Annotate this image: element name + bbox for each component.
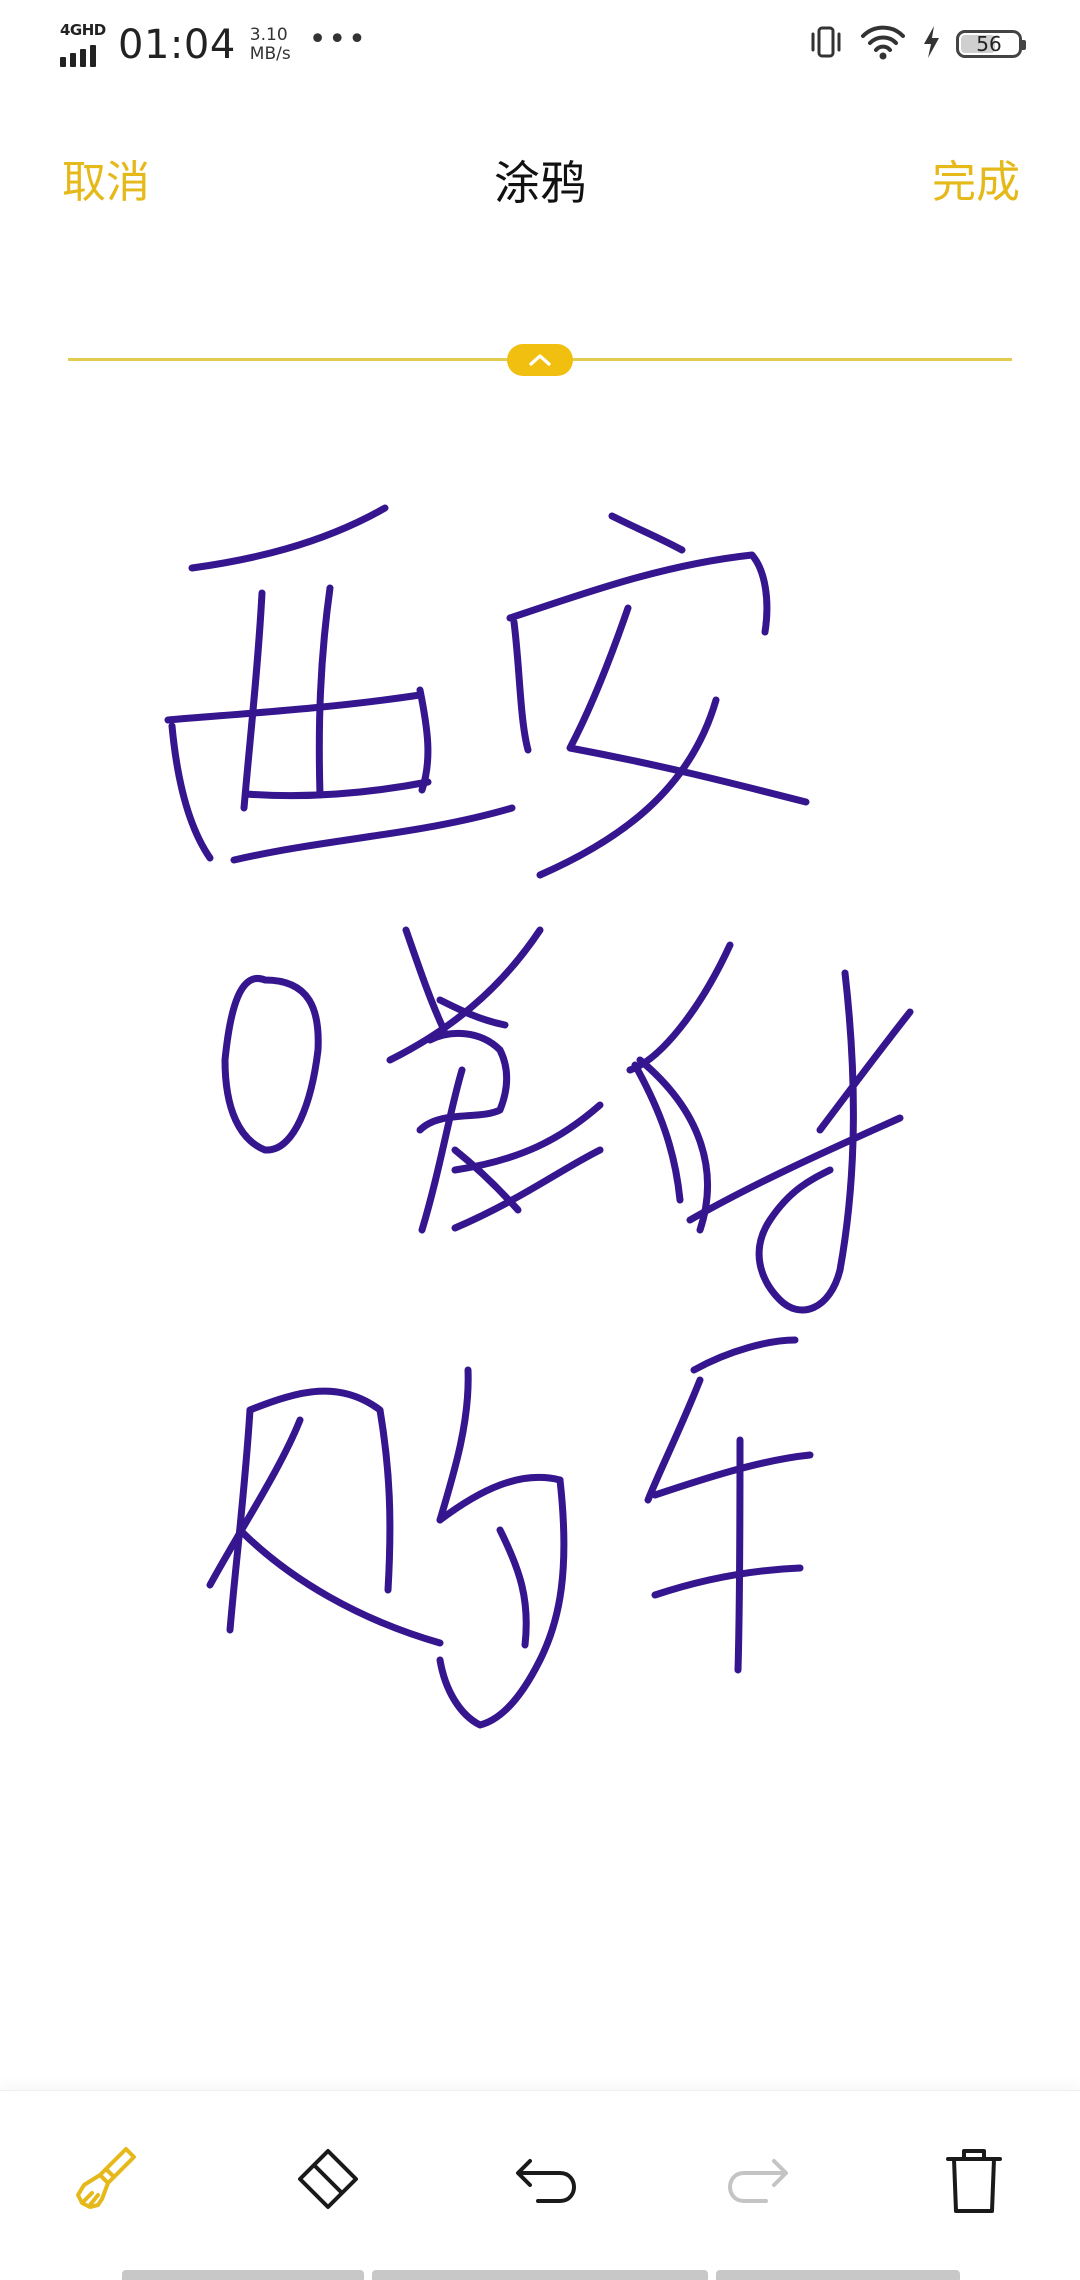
- brush-icon: [76, 2147, 136, 2209]
- trash-icon: [946, 2149, 1002, 2213]
- handwriting-strokes: [164, 504, 914, 1729]
- charging-icon: [920, 22, 942, 66]
- nav-hint-left: [122, 2270, 364, 2280]
- network-speed-unit: MB/s: [249, 44, 291, 64]
- eraser-icon: [298, 2149, 358, 2209]
- vibrate-icon: [806, 22, 846, 66]
- network-speed-value: 3.10: [249, 25, 288, 45]
- undo-icon: [516, 2159, 576, 2203]
- page-title: 涂鸦: [494, 156, 586, 210]
- status-bar: 4GHD 01:04 3.10 MB/s ••• 56: [0, 0, 1080, 88]
- battery-icon: 56: [956, 30, 1026, 58]
- status-right: 56: [806, 22, 1026, 66]
- cellular-signal-icon: 4GHD: [60, 21, 106, 69]
- eraser-tool-button[interactable]: [288, 2141, 368, 2221]
- nav-hint-center: [372, 2270, 708, 2280]
- undo-button[interactable]: [504, 2141, 584, 2221]
- brush-tool-button[interactable]: [68, 2141, 148, 2221]
- redo-icon: [728, 2159, 788, 2203]
- nav-hint-right: [716, 2270, 960, 2280]
- chevron-up-icon: [529, 354, 551, 366]
- doodle-header: 取消 涂鸦 完成: [0, 140, 1080, 226]
- done-button[interactable]: 完成: [932, 156, 1020, 210]
- drawing-canvas[interactable]: [0, 370, 1080, 2090]
- redo-button[interactable]: [720, 2141, 800, 2221]
- drawing-toolbar: [0, 2090, 1080, 2251]
- battery-level: 56: [976, 32, 1002, 56]
- network-speed: 3.10 MB/s: [250, 26, 291, 64]
- delete-button[interactable]: [934, 2141, 1014, 2221]
- wifi-icon: [860, 22, 906, 66]
- status-time: 01:04: [118, 22, 236, 68]
- network-type: 4GHD: [60, 21, 106, 39]
- status-left: 4GHD 01:04 3.10 MB/s •••: [60, 18, 368, 72]
- more-notifications-icon: •••: [308, 21, 368, 57]
